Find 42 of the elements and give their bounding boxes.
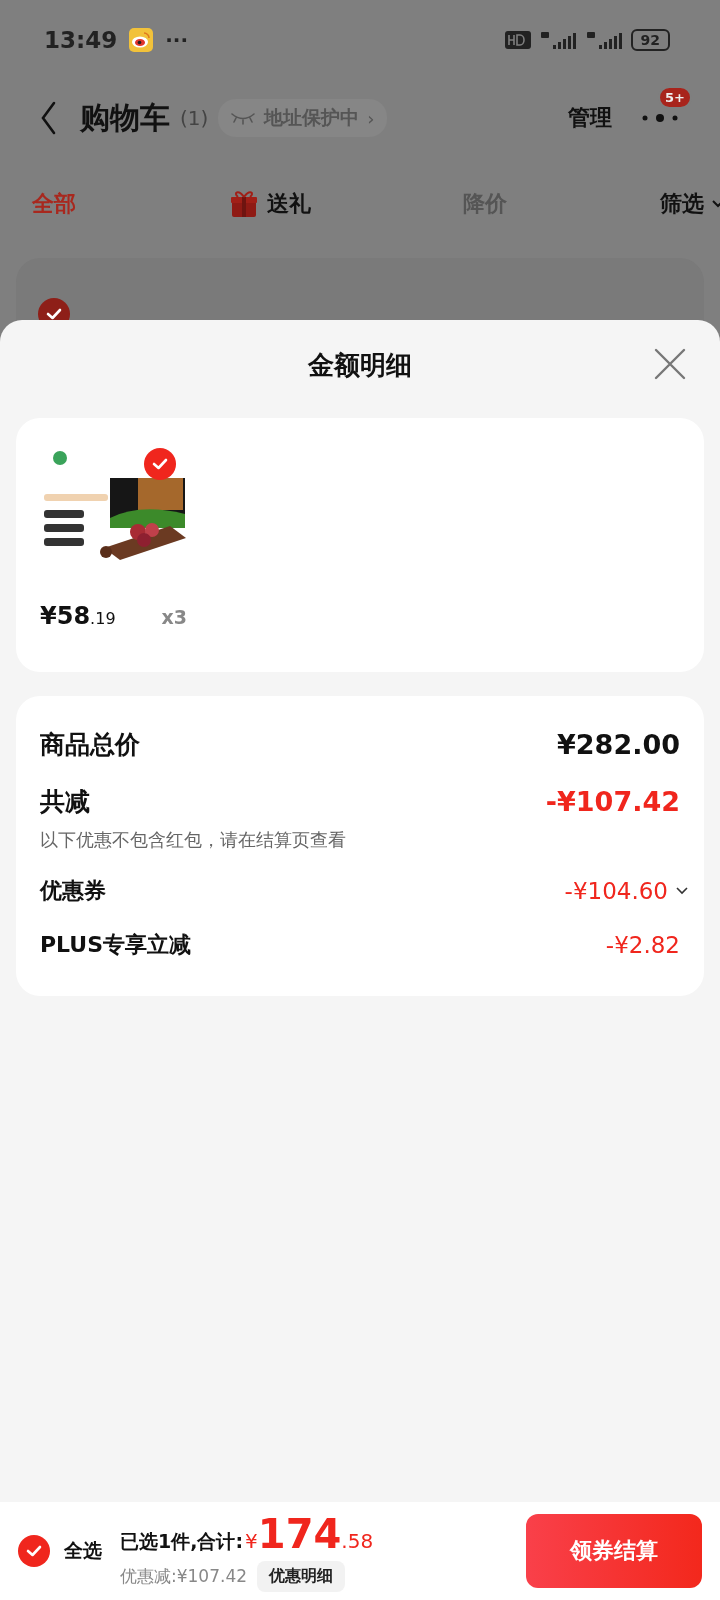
item-price: ¥58.19 [40, 602, 116, 630]
total-label: 已选1件,合计: [120, 1528, 244, 1554]
status-more: ··· [165, 28, 188, 52]
manage-button[interactable]: 管理 [568, 103, 612, 133]
summary-label: 优惠券 [40, 877, 106, 905]
total-price: ¥174.58 [245, 1510, 374, 1557]
signal-icon [584, 30, 623, 50]
page-title: 购物车 [80, 98, 170, 137]
more-icon[interactable] [640, 112, 680, 124]
hd-icon [504, 30, 531, 50]
gift-icon [228, 189, 259, 219]
back-icon[interactable] [40, 101, 56, 135]
discount-amount: 优惠减:¥107.42 [120, 1564, 248, 1588]
battery-level: 92 [640, 32, 660, 48]
caret-icon [711, 200, 720, 208]
sheet-title: 金额明细 [308, 348, 412, 382]
cart-count: (1) [180, 106, 209, 130]
summary-note: 以下优惠不包含红包，请在结算页查看 [40, 828, 347, 852]
summary-value: ¥282.00 [557, 729, 680, 760]
close-icon[interactable] [654, 348, 686, 380]
summary-label: 商品总价 [40, 729, 140, 761]
item-quantity: x3 [161, 606, 188, 628]
summary-value: -¥2.82 [605, 932, 680, 958]
tab[interactable]: 送礼 [228, 189, 311, 219]
checkmark-icon [152, 458, 168, 470]
app-icon [129, 28, 154, 52]
summary-label: PLUS专享立减 [40, 931, 192, 959]
chevron-right: › [367, 107, 375, 129]
closed-eye-icon [230, 111, 257, 125]
status-time: 13:49 [44, 27, 118, 53]
summary-value: -¥107.42 [545, 786, 680, 817]
checkmark-icon [26, 1545, 42, 1557]
discount-detail-button[interactable]: 优惠明细 [257, 1560, 346, 1592]
summary-label: 共减 [40, 786, 90, 818]
select-all-label[interactable]: 全选 [64, 1538, 102, 1564]
tab[interactable]: 筛选 [659, 189, 720, 219]
summary-value: -¥104.60 [564, 878, 668, 904]
checkout-button[interactable]: 领券结算 [526, 1514, 702, 1588]
chevron-down-icon[interactable] [676, 887, 688, 895]
notification-badge: 5+ [658, 86, 692, 109]
checkbox[interactable] [18, 1535, 50, 1567]
signal-icon [538, 30, 577, 50]
